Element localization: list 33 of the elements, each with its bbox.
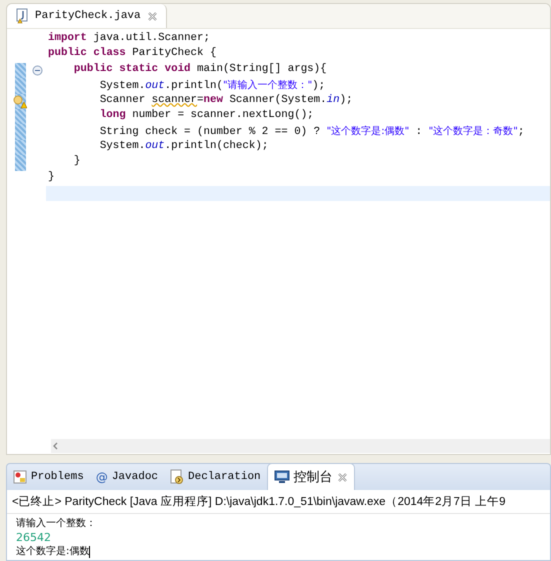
console-output: 请输入一个整数： [16,517,96,531]
view-tab[interactable]: @ Javadoc [90,464,164,490]
code-line: long number = scanner.nextLong(); [98,108,315,123]
java-file-icon [15,8,29,24]
tab-label: Problems [31,471,84,483]
view-tab[interactable]: 控制台 [266,463,355,490]
file-tab[interactable]: ParityCheck.java [7,4,167,28]
text-cursor [89,546,90,558]
code-line: Scanner scanner=new Scanner(System.in); [98,94,354,108]
view-tab[interactable]: Declaration [164,464,267,490]
console-output: 这个数字是:偶数 [16,545,90,559]
monitor-icon [274,470,290,484]
close-icon[interactable] [146,10,158,22]
view-tab[interactable]: Problems [7,464,90,490]
javadoc-icon: @ [96,470,108,484]
code-line: public static void main(String[] args){ [72,62,328,77]
console-header: <已终止> ParityCheck [Java 应用程序] D:\java\jdk1.7.0_51\bin\javaw.exe（2014年2月7日 上午9 [7,490,550,514]
tab-label: Javadoc [112,471,158,483]
tab-label: Declaration [188,471,261,483]
problems-icon [13,470,27,484]
code-line: } [72,155,82,170]
code-line: import java.util.Scanner; [48,32,211,46]
declaration-icon [170,469,184,485]
collapse-icon[interactable] [32,64,43,76]
typed-number-text: 26542 [16,531,51,545]
tab-label: 控制台 [294,469,333,486]
code-line: System.out.println(check); [98,140,270,154]
close-icon[interactable] [336,472,348,482]
code-line: String check = (number % 2 == 0) ? "这个数字是:偶数" : "这个数字是：奇数"; [98,124,526,140]
code-line: System.out.println("请输入一个整数："); [98,78,326,94]
code-line: public class ParityCheck { [48,47,218,62]
code-line: } [48,170,56,185]
horizontal-scrollbar[interactable] [51,439,550,453]
